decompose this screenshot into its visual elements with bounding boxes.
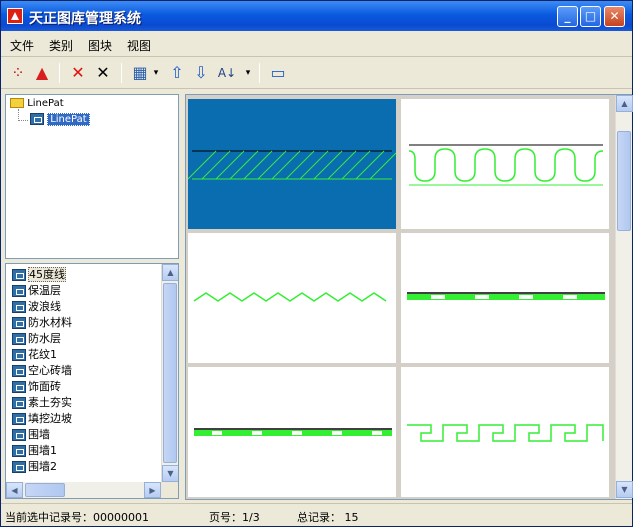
layer-icon	[12, 413, 26, 425]
warning-icon[interactable]: ▲	[32, 63, 52, 83]
preview-grid: ▲ ▼	[185, 94, 633, 500]
pattern-thumb-meander[interactable]	[401, 367, 609, 497]
preview-scroll-thumb[interactable]	[617, 131, 631, 231]
title-bar[interactable]: 天正图库管理系统 _ □ ✕	[1, 1, 632, 31]
layer-icon	[12, 445, 26, 457]
tree-connector	[18, 120, 28, 121]
layer-icon	[12, 285, 26, 297]
list-vertical-scrollbar[interactable]: ▲ ▼	[161, 264, 178, 482]
menu-block[interactable]: 图块	[88, 37, 112, 54]
list-item[interactable]: 波浪线	[12, 298, 61, 313]
layer-icon	[12, 333, 26, 345]
pattern-thumb-bellows[interactable]	[401, 99, 609, 229]
pattern-thumb-dashline1[interactable]	[401, 233, 609, 363]
status-page: 页号：1/3	[209, 511, 260, 524]
delete-red-icon[interactable]: ✕	[68, 63, 88, 83]
list-scroll-thumb[interactable]	[163, 283, 177, 463]
status-total: 总记录： 15	[297, 511, 359, 524]
block-list[interactable]: 45度线 保温层 波浪线 防水材料 防水层 花纹1 空心砖墙 饰面砖 素土夯实 …	[5, 263, 179, 499]
list-horizontal-scrollbar[interactable]: ◀ ▶	[6, 482, 161, 498]
scroll-up-icon[interactable]: ▲	[162, 264, 178, 281]
wave-pattern-icon	[193, 292, 387, 302]
layer-icon	[12, 301, 26, 313]
pattern-thumb-dashline2[interactable]	[188, 367, 396, 497]
category-tree[interactable]: LinePat LinePat	[5, 94, 179, 259]
list-item[interactable]: 围墙2	[12, 458, 57, 473]
list-item[interactable]: 保温层	[12, 282, 61, 297]
list-item[interactable]: 围墙1	[12, 442, 57, 457]
minimize-button[interactable]: _	[557, 6, 578, 27]
bellows-pattern-icon	[408, 144, 604, 186]
list-hscroll-thumb[interactable]	[25, 483, 65, 497]
meander-pattern-icon	[407, 424, 604, 442]
list-item[interactable]: 饰面砖	[12, 378, 61, 393]
layer-icon	[30, 113, 44, 125]
layer-icon	[12, 269, 26, 281]
dropdown-arrow-icon[interactable]: ▾	[151, 63, 161, 83]
scroll-left-icon[interactable]: ◀	[6, 482, 23, 498]
layer-icon	[12, 397, 26, 409]
layer-icon	[12, 349, 26, 361]
layer-icon	[12, 317, 26, 329]
tree-root-label: LinePat	[27, 98, 64, 109]
list-item[interactable]: 空心砖墙	[12, 362, 72, 377]
tree-child-label: LinePat	[47, 113, 90, 126]
menu-bar: 文件 类别 图块 视图	[1, 31, 632, 57]
delete-black-icon[interactable]: ✕	[93, 63, 113, 83]
list-item[interactable]: 防水层	[12, 330, 61, 345]
toolbar-separator	[59, 63, 60, 83]
window-title: 天正图库管理系统	[29, 11, 141, 27]
grid-view-icon[interactable]: ▦	[130, 63, 150, 83]
status-current-record: 当前选中记录号：00000001	[5, 511, 149, 524]
layer-icon	[12, 461, 26, 473]
layer-icon	[12, 381, 26, 393]
list-item[interactable]: 45度线	[12, 266, 66, 282]
close-button[interactable]: ✕	[604, 6, 625, 27]
app-window: 天正图库管理系统 _ □ ✕ 文件 类别 图块 视图 ⁘ ▲ ✕ ✕ ▦ ▾ ⇧…	[0, 0, 633, 527]
tree-child-node[interactable]: LinePat	[30, 113, 90, 126]
menu-view[interactable]: 视图	[127, 37, 151, 54]
select-all-icon[interactable]: ⁘	[8, 63, 28, 83]
pattern-thumb-hatch[interactable]	[188, 99, 396, 229]
preview-scroll-up-icon[interactable]: ▲	[616, 95, 633, 112]
scroll-down-icon[interactable]: ▼	[162, 465, 178, 482]
app-logo-icon	[7, 8, 23, 24]
move-up-icon[interactable]: ⇧	[167, 63, 187, 83]
list-item[interactable]: 防水材料	[12, 314, 72, 329]
window-icon[interactable]: ▭	[268, 63, 288, 83]
tree-root-node[interactable]: LinePat	[10, 98, 64, 109]
layer-icon	[12, 429, 26, 441]
menu-file[interactable]: 文件	[10, 37, 34, 54]
list-item[interactable]: 填挖边坡	[12, 410, 72, 425]
sort-icon[interactable]: A↓	[215, 63, 239, 83]
hatch-pattern-icon	[188, 150, 396, 180]
list-item[interactable]: 花纹1	[12, 346, 57, 361]
sort-dropdown-icon[interactable]: ▾	[243, 63, 253, 83]
scroll-corner	[161, 482, 178, 498]
list-item[interactable]: 围墙	[12, 426, 50, 441]
dash-line-pattern-2-icon	[194, 428, 392, 436]
menu-category[interactable]: 类别	[49, 37, 73, 54]
folder-icon	[10, 98, 24, 108]
move-down-icon[interactable]: ⇩	[191, 63, 211, 83]
preview-scroll-down-icon[interactable]: ▼	[616, 481, 633, 498]
layer-icon	[12, 365, 26, 377]
toolbar: ⁘ ▲ ✕ ✕ ▦ ▾ ⇧ ⇩ A↓ ▾ ▭	[1, 57, 632, 89]
scroll-right-icon[interactable]: ▶	[144, 482, 161, 498]
pattern-thumb-wave[interactable]	[188, 233, 396, 363]
status-bar: 当前选中记录号：00000001 页号：1/3 总记录： 15	[1, 503, 632, 526]
list-item[interactable]: 素土夯实	[12, 394, 72, 409]
preview-vertical-scrollbar[interactable]: ▲ ▼	[615, 95, 633, 499]
maximize-button[interactable]: □	[580, 6, 601, 27]
toolbar-separator	[121, 63, 122, 83]
toolbar-separator	[259, 63, 260, 83]
dash-line-pattern-icon	[407, 292, 605, 300]
